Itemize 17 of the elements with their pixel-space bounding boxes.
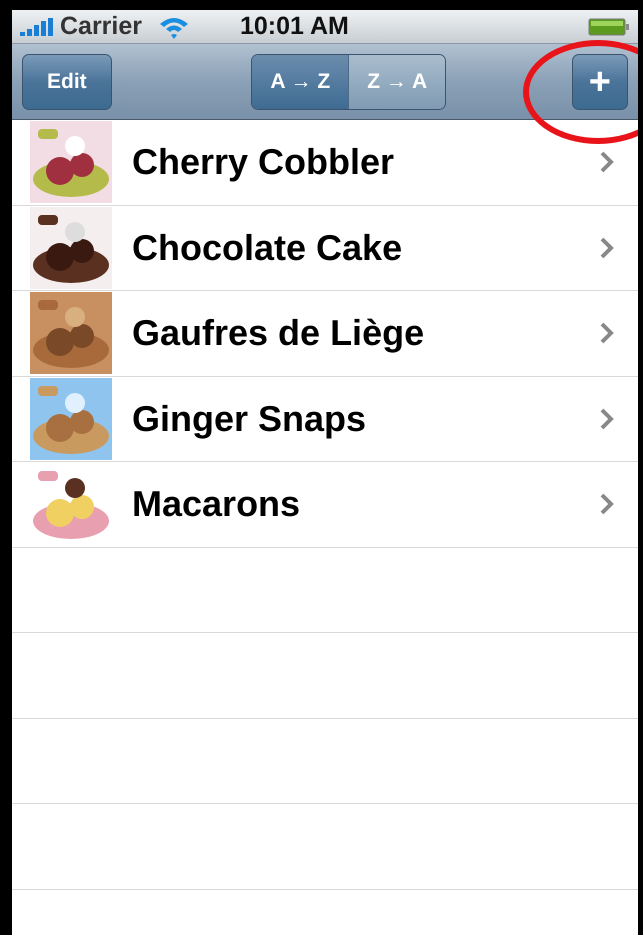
- add-button[interactable]: +: [572, 54, 628, 110]
- chevron-icon: [600, 151, 614, 174]
- battery-icon: [588, 18, 630, 36]
- edit-button[interactable]: Edit: [22, 54, 112, 110]
- chevron-icon: [600, 322, 614, 344]
- recipe-name[interactable]: Ginger Snaps: [132, 392, 366, 446]
- chevron-icon: [600, 408, 614, 430]
- recipe-name[interactable]: Macarons: [132, 477, 300, 532]
- signal-icon: [20, 18, 56, 36]
- status-time: 10:01 AM: [240, 10, 349, 42]
- recipe-name[interactable]: Chocolate Cake: [132, 220, 402, 275]
- recipe-name[interactable]: Cherry Cobbler: [132, 135, 394, 190]
- chevron-icon: [600, 493, 614, 516]
- sort-segment[interactable]: A → Z: [252, 54, 348, 108]
- recipe-name[interactable]: Gaufres de Liège: [132, 306, 424, 360]
- chevron-icon: [600, 236, 614, 259]
- carrier-name: Carrier: [60, 10, 142, 42]
